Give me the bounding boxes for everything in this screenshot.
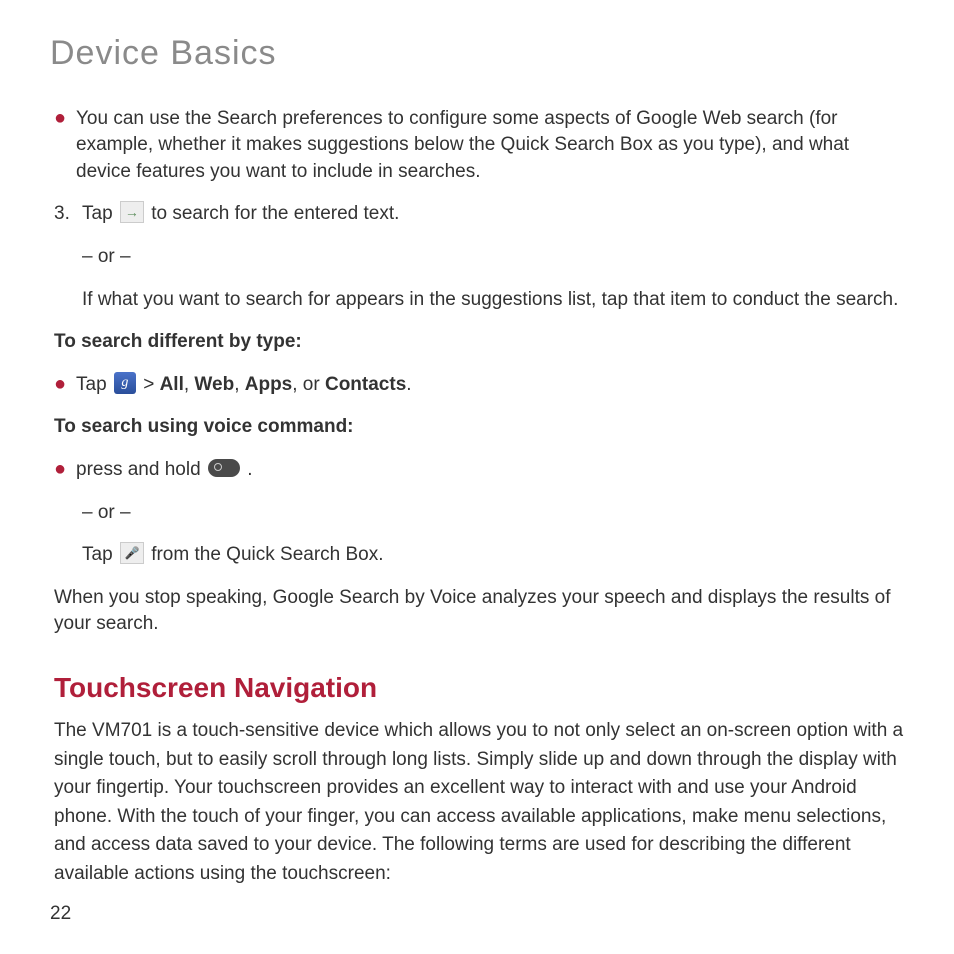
- opt-contacts: Contacts: [325, 374, 406, 395]
- bullet-dot-icon: ●: [54, 372, 76, 399]
- voice-stop-speaking: When you stop speaking, Google Search by…: [54, 585, 904, 638]
- opt-apps: Apps: [245, 374, 293, 395]
- opt-web: Web: [194, 374, 234, 395]
- bullet-dot-icon: ●: [54, 106, 76, 186]
- step-3: 3. Tap → to search for the entered text.: [54, 201, 904, 228]
- microphone-icon: 🎤: [120, 542, 144, 564]
- step-text-a: Tap: [82, 203, 118, 224]
- search-key-icon: [208, 459, 240, 477]
- period: .: [406, 374, 411, 395]
- heading-touchscreen-nav: Touchscreen Navigation: [54, 668, 904, 707]
- press-text: press and hold: [76, 459, 206, 480]
- bullet-text: press and hold .: [76, 457, 904, 484]
- step-number: 3.: [54, 201, 82, 228]
- period: .: [247, 459, 252, 480]
- heading-voice-command: To search using voice command:: [54, 414, 904, 441]
- bullet-voice: ● press and hold .: [54, 457, 904, 484]
- arrow-right-icon: →: [120, 201, 144, 223]
- bullet-dot-icon: ●: [54, 457, 76, 484]
- touchscreen-body: The VM701 is a touch-sensitive device wh…: [54, 717, 904, 888]
- sep: ,: [234, 374, 245, 395]
- bullet-search-type: ● Tap g > All, Web, Apps, or Contacts.: [54, 372, 904, 399]
- sep: ,: [184, 374, 195, 395]
- page-content: ● You can use the Search preferences to …: [50, 106, 904, 889]
- page-number: 22: [50, 901, 71, 928]
- step-3-or: – or –: [54, 244, 904, 271]
- tap-text: Tap: [76, 374, 112, 395]
- step-text: Tap → to search for the entered text.: [82, 201, 904, 228]
- voice-tap-mic: Tap 🎤 from the Quick Search Box.: [54, 542, 904, 569]
- tap-text: Tap: [82, 544, 118, 565]
- voice-or: – or –: [54, 500, 904, 527]
- bullet-text: You can use the Search preferences to co…: [76, 106, 904, 186]
- google-icon: g: [114, 372, 136, 394]
- bullet-search-prefs: ● You can use the Search preferences to …: [54, 106, 904, 186]
- heading-search-by-type: To search different by type:: [54, 329, 904, 356]
- step-text-b: to search for the entered text.: [151, 203, 399, 224]
- opt-all: All: [160, 374, 184, 395]
- page-title: Device Basics: [50, 30, 904, 78]
- step-3-alt: If what you want to search for appears i…: [54, 287, 904, 314]
- from-text: from the Quick Search Box.: [151, 544, 383, 565]
- sep: , or: [292, 374, 325, 395]
- gt-text: >: [143, 374, 159, 395]
- bullet-text: Tap g > All, Web, Apps, or Contacts.: [76, 372, 904, 399]
